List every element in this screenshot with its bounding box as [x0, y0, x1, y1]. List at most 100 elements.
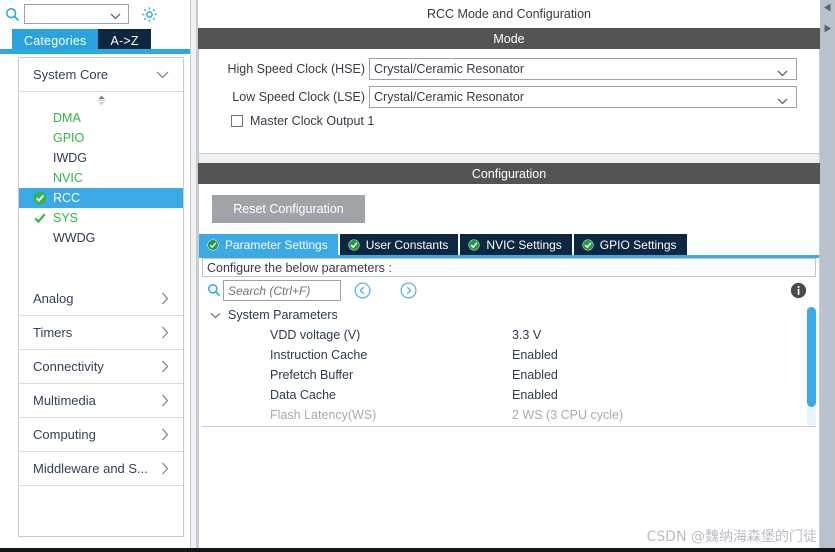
param-row-data-cache[interactable]: Data Cache Enabled — [202, 385, 816, 405]
sidebar-item-gpio-label: GPIO — [53, 131, 85, 145]
parameter-search-row — [202, 279, 816, 305]
sidebar-main-divider-inner — [191, 0, 196, 552]
mode-row-hse: High Speed Clock (HSE) Crystal/Ceramic R… — [199, 58, 799, 80]
tab-parameter-settings[interactable]: Parameter Settings — [199, 234, 338, 255]
chevron-right-icon — [161, 326, 169, 339]
section-header-mode: Mode — [198, 28, 820, 49]
param-row-prefetch-buffer[interactable]: Prefetch Buffer Enabled — [202, 365, 816, 385]
param-label-prefetch-buffer: Prefetch Buffer — [270, 368, 354, 382]
chevron-right-icon — [161, 428, 169, 441]
section-gap — [198, 154, 820, 163]
sidebar-item-iwdg[interactable]: IWDG — [19, 148, 183, 168]
check-circle-icon — [33, 191, 47, 205]
sidebar-tab-categories-label: Categories — [24, 34, 87, 48]
sidebar-item-dma-label: DMA — [53, 111, 81, 125]
search-icon — [0, 1, 24, 27]
parameter-search-input[interactable] — [223, 280, 341, 301]
param-label-flash-latency: Flash Latency(WS) — [270, 408, 377, 422]
tab-user-constants[interactable]: User Constants — [339, 234, 459, 255]
reset-configuration-button[interactable]: Reset Configuration — [212, 195, 365, 223]
mode-label-hse: High Speed Clock (HSE) — [227, 62, 365, 76]
configuration-tabs: Parameter Settings User Constants NVIC S… — [199, 234, 819, 255]
circle-right-arrow-icon[interactable] — [400, 282, 417, 299]
param-value-flash-latency: 2 WS (3 CPU cycle) — [512, 408, 624, 422]
sidebar-item-sys[interactable]: SYS — [19, 208, 183, 228]
lse-clock-select[interactable]: Crystal/Ceramic Resonator — [369, 86, 797, 108]
tab-gpio-settings[interactable]: GPIO Settings — [573, 234, 687, 255]
chevron-down-icon — [210, 311, 221, 320]
sidebar-item-dma[interactable]: DMA — [19, 108, 183, 128]
peripheral-tree: System Core DMA GPIO IWDG NVIC RCC SYS W… — [18, 57, 184, 537]
hse-clock-select[interactable]: Crystal/Ceramic Resonator — [369, 58, 797, 80]
sidebar-group-computing-label: Computing — [33, 427, 96, 442]
sidebar-group-analog-label: Analog — [33, 291, 74, 306]
param-row-instruction-cache[interactable]: Instruction Cache Enabled — [202, 345, 816, 365]
param-group-system-parameters-label: System Parameters — [228, 308, 338, 322]
param-label-vdd-voltage: VDD voltage (V) — [270, 328, 361, 342]
master-clock-output-1-checkbox[interactable]: Master Clock Output 1 — [231, 114, 374, 128]
sidebar-item-wwdg-label: WWDG — [53, 231, 96, 245]
sidebar-group-middleware-label: Middleware and S... — [33, 461, 148, 476]
param-row-flash-latency: Flash Latency(WS) 2 WS (3 CPU cycle) — [202, 405, 816, 425]
sidebar-group-multimedia[interactable]: Multimedia — [19, 384, 183, 418]
sidebar-group-connectivity-label: Connectivity — [33, 359, 104, 374]
param-row-vdd-voltage[interactable]: VDD voltage (V) 3.3 V — [202, 325, 816, 345]
chevron-down-icon — [110, 11, 121, 23]
sidebar-search-input[interactable] — [24, 4, 129, 24]
sidebar-item-nvic[interactable]: NVIC — [19, 168, 183, 188]
master-clock-output-1-label: Master Clock Output 1 — [250, 114, 375, 128]
param-label-instruction-cache: Instruction Cache — [270, 348, 368, 362]
sidebar-item-rcc-label: RCC — [53, 191, 81, 205]
sidebar-group-analog[interactable]: Analog — [19, 282, 183, 316]
chevron-down-icon — [156, 71, 169, 79]
check-icon — [33, 211, 47, 225]
info-icon[interactable] — [790, 282, 807, 299]
checkbox-box — [231, 115, 243, 127]
parameter-list: System Parameters VDD voltage (V) 3.3 V … — [202, 305, 816, 427]
param-group-rcc-parameters[interactable]: RCC Parameters — [202, 425, 816, 426]
sidebar-item-list: DMA GPIO IWDG NVIC RCC SYS WWDG — [19, 108, 183, 248]
param-value-instruction-cache: Enabled — [512, 348, 558, 362]
param-group-system-parameters[interactable]: System Parameters — [202, 305, 816, 325]
sidebar-group-timers[interactable]: Timers — [19, 316, 183, 350]
sidebar-group-middleware[interactable]: Middleware and S... — [19, 452, 183, 486]
sidebar-group-connectivity[interactable]: Connectivity — [19, 350, 183, 384]
scroll-down-arrow-icon[interactable] — [821, 22, 834, 35]
bottom-edge — [0, 548, 835, 552]
circle-left-arrow-icon[interactable] — [354, 282, 371, 299]
sidebar-group-system-core-label: System Core — [33, 67, 109, 82]
window-scrollbar[interactable] — [820, 0, 835, 552]
tab-parameter-settings-label: Parameter Settings — [225, 237, 328, 252]
tree-scroll-indicator[interactable] — [19, 92, 183, 108]
tab-nvic-settings[interactable]: NVIC Settings — [460, 234, 572, 255]
param-value-data-cache: Enabled — [512, 388, 558, 402]
page-title: RCC Mode and Configuration — [198, 0, 820, 28]
parameter-scrollbar-thumb[interactable] — [807, 307, 816, 407]
sidebar-item-rcc[interactable]: RCC — [19, 188, 183, 208]
check-circle-icon — [468, 239, 480, 251]
mode-label-lse: Low Speed Clock (LSE) — [232, 90, 365, 104]
sidebar-item-iwdg-label: IWDG — [53, 151, 88, 165]
check-circle-icon — [582, 239, 594, 251]
check-circle-icon — [207, 239, 219, 251]
sidebar-group-system-core[interactable]: System Core — [19, 58, 183, 92]
sidebar-item-wwdg[interactable]: WWDG — [19, 228, 183, 248]
param-label-data-cache: Data Cache — [270, 388, 337, 402]
app-root: Categories A->Z System Core DMA GPIO IWD… — [0, 0, 835, 552]
tab-gpio-settings-label: GPIO Settings — [599, 237, 677, 252]
sidebar-tab-a-to-z-label: A->Z — [110, 34, 139, 48]
sidebar-group-multimedia-label: Multimedia — [33, 393, 96, 408]
sidebar-tab-underline — [0, 49, 190, 54]
chevron-right-icon — [161, 394, 169, 407]
sidebar-item-gpio[interactable]: GPIO — [19, 128, 183, 148]
sidebar-item-sys-label: SYS — [53, 211, 79, 225]
configuration-box: Reset Configuration Parameter Settings U… — [198, 184, 820, 552]
scroll-up-arrow-icon[interactable] — [821, 1, 834, 14]
component-sidebar: Categories A->Z System Core DMA GPIO IWD… — [0, 0, 190, 552]
sidebar-group-computing[interactable]: Computing — [19, 418, 183, 452]
check-circle-icon — [348, 239, 360, 251]
section-header-configuration: Configuration — [198, 163, 820, 184]
lse-clock-value: Crystal/Ceramic Resonator — [374, 90, 525, 104]
gear-icon[interactable] — [135, 1, 163, 27]
